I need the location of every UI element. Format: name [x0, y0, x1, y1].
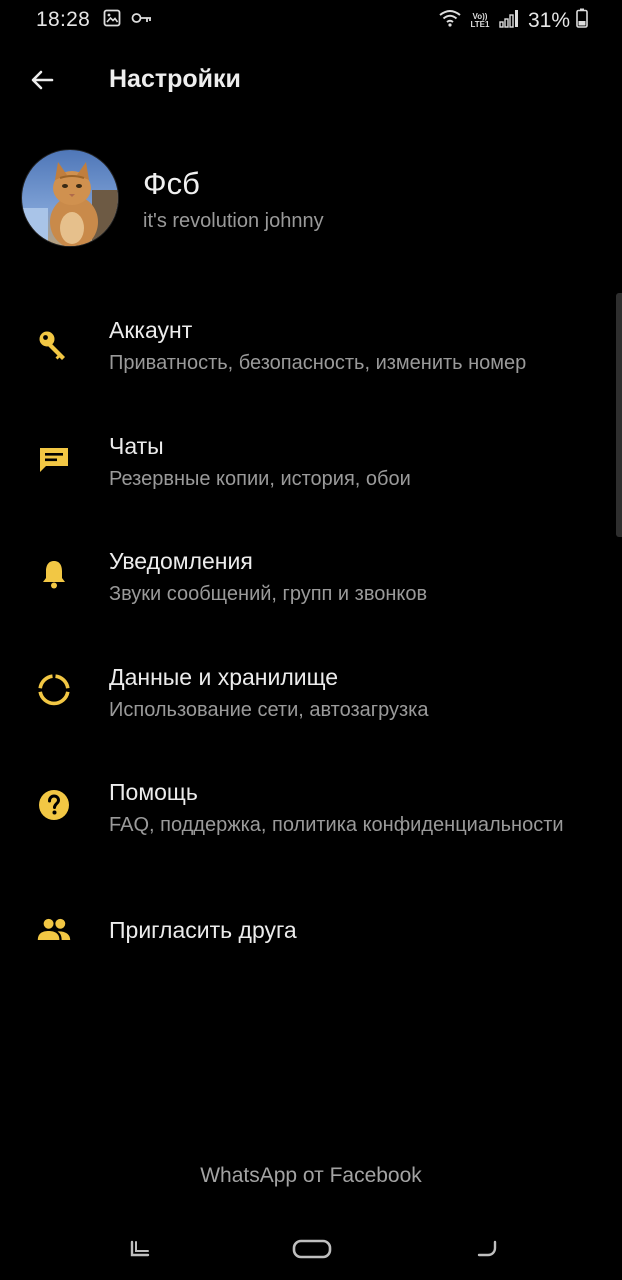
gallery-icon — [103, 9, 121, 32]
profile-status: it's revolution johnny — [143, 210, 324, 232]
settings-item-notifications[interactable]: Уведомления Звуки сообщений, групп и зво… — [0, 531, 622, 631]
settings-item-subtitle: FAQ, поддержка, политика конфиденциально… — [109, 814, 564, 836]
back-button[interactable] — [24, 62, 60, 98]
settings-item-title: Чаты — [109, 433, 164, 459]
home-button[interactable] — [288, 1234, 336, 1264]
settings-item-title: Данные и хранилище — [109, 664, 339, 690]
status-time: 18:28 — [36, 8, 91, 31]
settings-item-invite-friend[interactable]: Пригласить друга — [0, 880, 622, 984]
data-usage-icon — [36, 672, 72, 708]
settings-item-subtitle: Использование сети, автозагрузка — [109, 699, 429, 721]
status-system-icons: Vo)) LTE1 31% — [438, 8, 588, 33]
signal-icon — [498, 8, 522, 33]
settings-item-data-storage[interactable]: Данные и хранилище Использование сети, а… — [0, 647, 622, 747]
settings-item-title: Уведомления — [109, 548, 253, 574]
settings-item-title: Аккаунт — [109, 317, 193, 343]
profile-row[interactable]: Фсб it's revolution johnny — [21, 149, 622, 247]
settings-item-title: Помощь — [109, 779, 198, 805]
chat-icon — [36, 441, 72, 477]
volte-icon: Vo)) LTE1 — [470, 11, 490, 29]
app-bar: Настройки — [0, 52, 622, 108]
battery-icon — [576, 8, 588, 33]
settings-item-account[interactable]: Аккаунт Приватность, безопасность, измен… — [0, 300, 622, 400]
status-notification-icons — [103, 9, 153, 32]
settings-item-chats[interactable]: Чаты Резервные копии, история, обои — [0, 416, 622, 516]
people-icon — [36, 913, 72, 949]
back-nav-button[interactable] — [463, 1234, 511, 1264]
recent-apps-icon — [130, 1240, 150, 1257]
battery-percent: 31% — [527, 8, 570, 32]
home-icon — [292, 1239, 332, 1259]
arrow-left-icon — [31, 70, 54, 90]
nav-bar — [0, 1220, 622, 1280]
page-title: Настройки — [109, 65, 241, 93]
wifi-icon — [438, 8, 462, 33]
settings-item-help[interactable]: Помощь FAQ, поддержка, политика конфиден… — [0, 762, 622, 862]
avatar[interactable] — [21, 149, 119, 247]
settings-item-subtitle: Приватность, безопасность, изменить номе… — [109, 352, 527, 374]
help-icon — [36, 787, 72, 823]
bell-icon — [36, 556, 72, 592]
settings-item-subtitle: Звуки сообщений, групп и звонков — [109, 583, 428, 605]
settings-item-subtitle: Резервные копии, история, обои — [109, 468, 411, 490]
scrollbar[interactable] — [616, 293, 622, 537]
settings-item-title: Пригласить друга — [109, 917, 297, 943]
avatar-photo — [22, 150, 118, 246]
footer-text: WhatsApp от Facebook — [200, 1164, 422, 1187]
key-icon — [131, 11, 153, 30]
recent-apps-button[interactable] — [116, 1234, 164, 1264]
status-bar: 18:28 Vo)) LTE1 31% — [0, 0, 622, 40]
profile-name: Фсб — [143, 166, 200, 201]
back-nav-icon — [477, 1240, 497, 1257]
key-icon — [36, 327, 72, 363]
